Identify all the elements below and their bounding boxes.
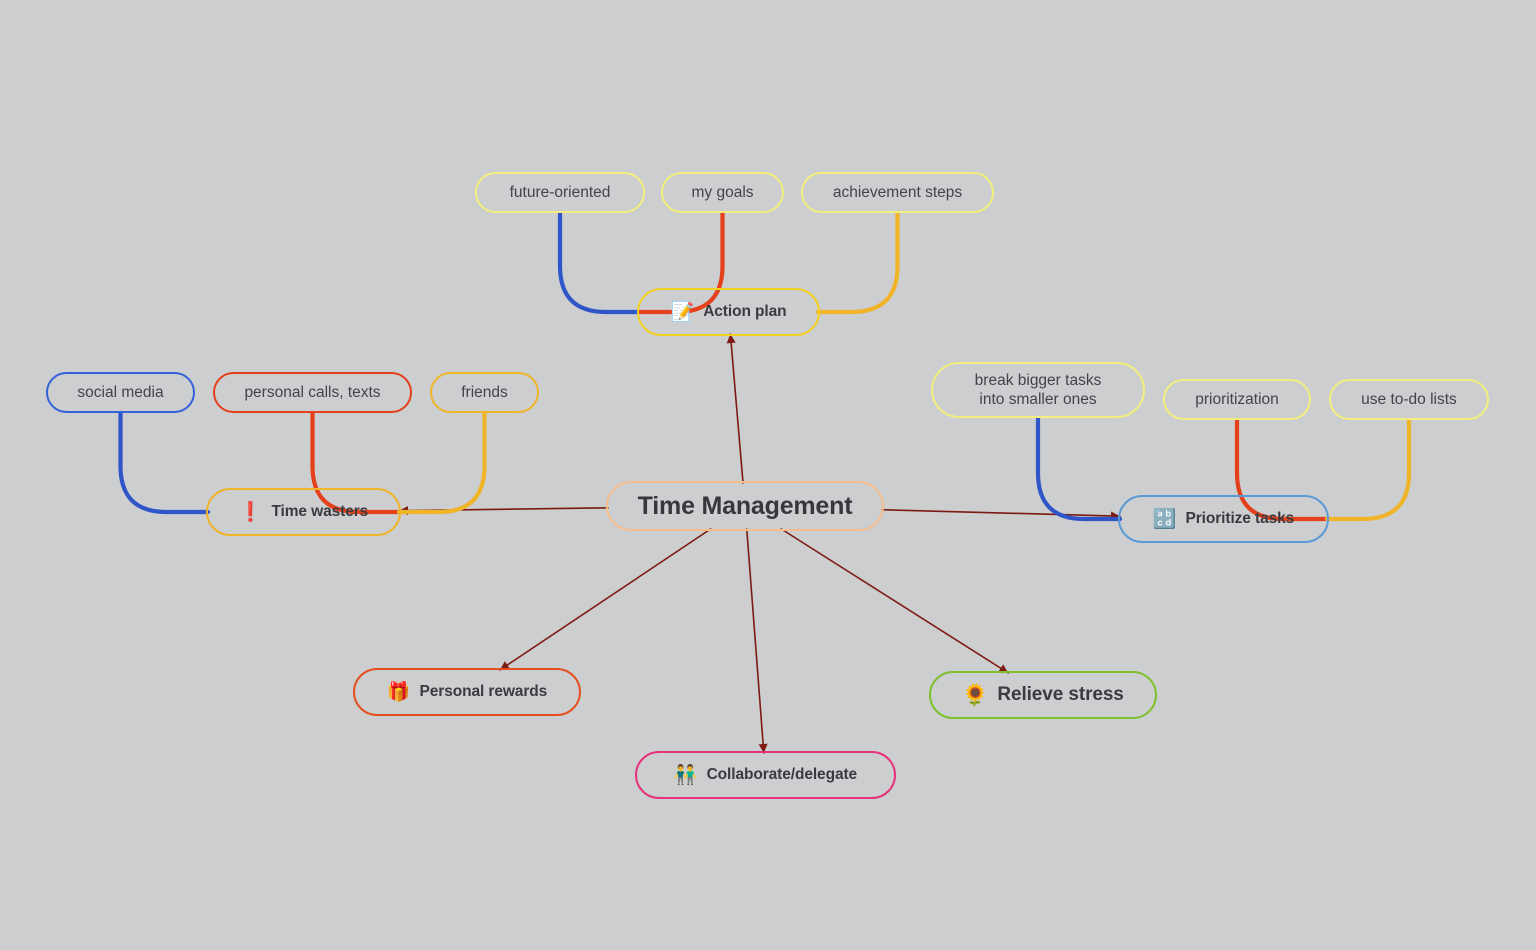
leaf-connector (1035, 415, 1123, 522)
branch-node-prioritize-tasks-label: Prioritize tasks (1185, 510, 1295, 527)
branch-node-relieve-stress-label: Relieve stress (997, 684, 1124, 705)
central-node-label: Time Management (637, 491, 853, 520)
connector-line (499, 528, 712, 671)
leaf-connector (815, 210, 900, 315)
leaf-connector (557, 210, 642, 315)
connector-line (729, 333, 744, 484)
branch-node-collaborate-delegate[interactable]: 👬 Collaborate/delegate (635, 751, 896, 799)
leaf-connector (396, 410, 487, 515)
leaf-node-time-wasters-2[interactable]: friends (430, 372, 539, 413)
leaf-node-time-wasters-1[interactable]: personal calls, texts (213, 372, 412, 413)
branch-node-relieve-stress[interactable]: 🌻 Relieve stress (929, 671, 1157, 719)
leaf-node-action-plan-2[interactable]: achievement steps (801, 172, 994, 213)
memo-icon: 📝 (670, 301, 695, 323)
leaf-node-action-plan-2-label: achievement steps (832, 183, 963, 201)
leaf-node-prioritize-tasks-2-label: use to-do lists (1361, 390, 1457, 408)
connector-line (745, 528, 765, 754)
leaf-node-action-plan-1-label: my goals (691, 183, 754, 201)
sunflower-icon: 🌻 (962, 683, 989, 707)
leaf-node-time-wasters-0-label: social media (77, 383, 164, 401)
branch-node-time-wasters-label: Time wasters (271, 503, 369, 520)
leaf-connector (1324, 417, 1412, 522)
exclamation-mark-icon: ❗ (238, 501, 263, 523)
leaf-node-prioritize-tasks-1-label: prioritization (1195, 390, 1279, 408)
leaf-node-prioritize-tasks-1[interactable]: prioritization (1163, 379, 1311, 420)
leaf-node-prioritize-tasks-2[interactable]: use to-do lists (1329, 379, 1489, 420)
leaf-node-prioritize-tasks-0-label: break bigger tasks into smaller ones (974, 371, 1102, 408)
central-node[interactable]: Time Management (606, 481, 884, 531)
leaf-node-time-wasters-1-label: personal calls, texts (244, 383, 381, 401)
branch-node-personal-rewards-label: Personal rewards (419, 683, 548, 700)
connector-layer (118, 210, 1412, 754)
two-men-holding-hands-icon: 👬 (673, 764, 698, 786)
connector-line (881, 508, 1121, 517)
connector-line (398, 507, 609, 512)
branch-node-collaborate-delegate-label: Collaborate/delegate (706, 766, 858, 783)
leaf-node-action-plan-1[interactable]: my goals (661, 172, 784, 213)
mindmap-canvas: Time Management 📝 Action plan future-orient… (0, 0, 1536, 950)
branch-node-action-plan-label: Action plan (703, 303, 787, 320)
leaf-node-time-wasters-0[interactable]: social media (46, 372, 195, 413)
input-latin-lowercase-icon: 🔡 (1152, 508, 1177, 530)
connector-line (780, 528, 1010, 674)
wrapped-gift-icon: 🎁 (386, 681, 411, 703)
leaf-connector (118, 410, 211, 515)
branch-node-time-wasters[interactable]: ❗ Time wasters (206, 488, 401, 536)
branch-node-action-plan[interactable]: 📝 Action plan (637, 288, 820, 336)
leaf-node-prioritize-tasks-0[interactable]: break bigger tasks into smaller ones (931, 362, 1145, 418)
leaf-node-action-plan-0-label: future-oriented (509, 183, 611, 201)
leaf-node-time-wasters-2-label: friends (461, 383, 508, 401)
branch-node-prioritize-tasks[interactable]: 🔡 Prioritize tasks (1118, 495, 1329, 543)
branch-node-personal-rewards[interactable]: 🎁 Personal rewards (353, 668, 581, 716)
leaf-node-action-plan-0[interactable]: future-oriented (475, 172, 645, 213)
